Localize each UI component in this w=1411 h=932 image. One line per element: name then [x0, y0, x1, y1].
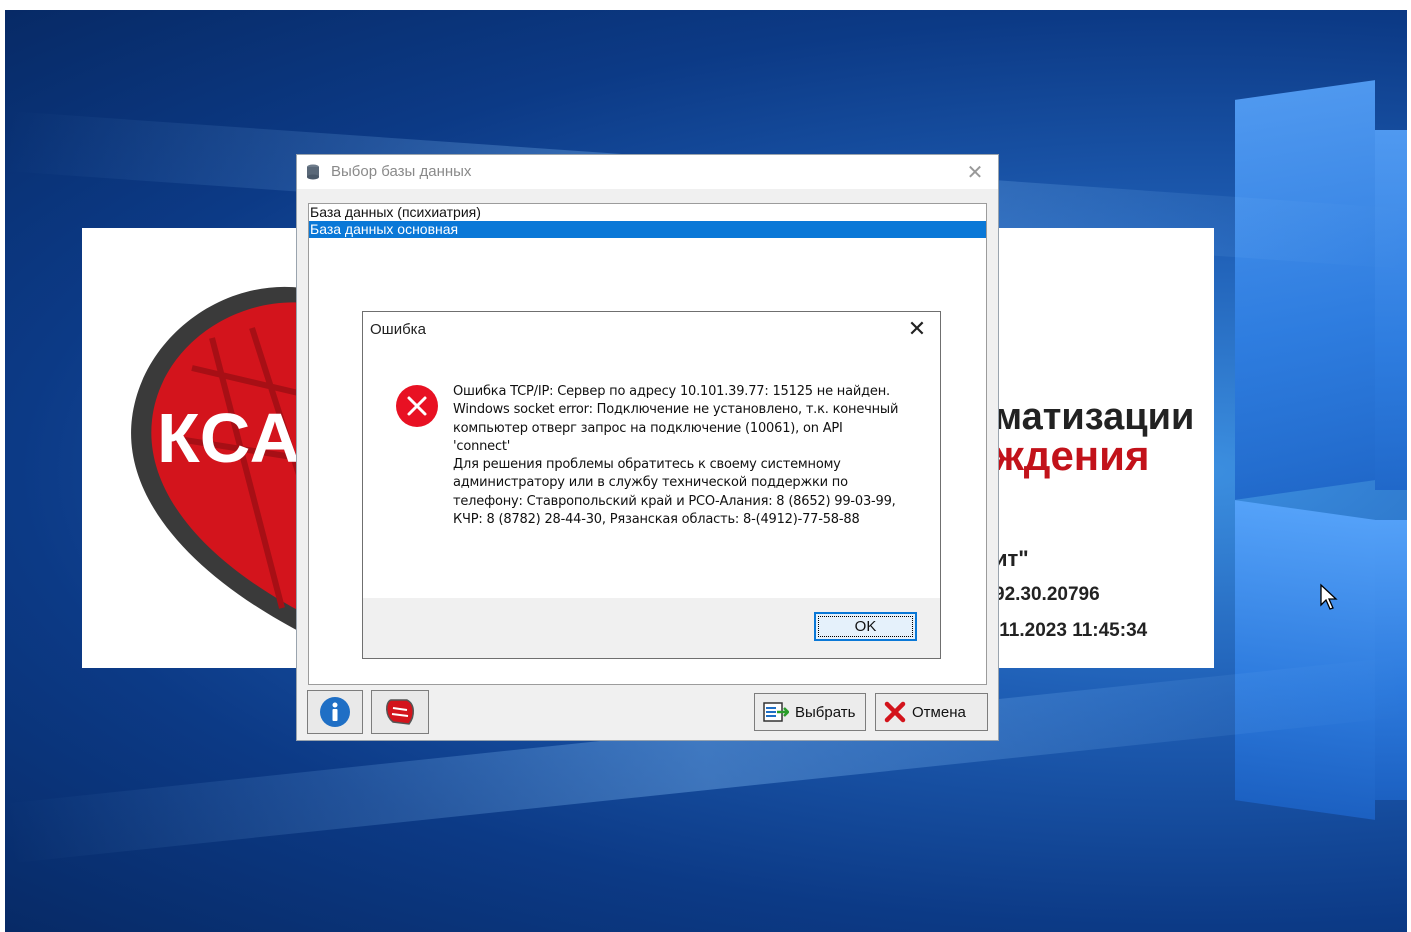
splash-company: ит": [994, 546, 1029, 571]
list-item[interactable]: База данных (психиатрия): [309, 204, 986, 221]
wallpaper-pane: [1235, 500, 1375, 820]
splash-title-line2: ждения: [994, 432, 1150, 479]
error-message: Ошибка TCP/IP: Сервер по адресу 10.101.3…: [453, 384, 899, 528]
dialog-titlebar[interactable]: Выбор базы данных ✕: [297, 155, 998, 189]
app-logo-icon: [386, 699, 414, 725]
error-icon: [396, 385, 438, 427]
splash-version: 92.30.20796: [994, 584, 1100, 605]
database-icon: [307, 164, 319, 180]
info-button[interactable]: [307, 690, 363, 734]
mouse-cursor-icon: [1320, 583, 1338, 610]
select-button[interactable]: Выбрать: [754, 693, 866, 731]
cancel-icon: [884, 701, 906, 723]
info-icon: [320, 697, 350, 727]
select-icon: [763, 702, 789, 722]
wallpaper-pane: [1235, 80, 1375, 500]
close-icon[interactable]: ✕: [904, 317, 930, 343]
error-dialog: Ошибка ✕ Ошибка TCP/IP: Сервер по адресу…: [362, 311, 941, 659]
cancel-button[interactable]: Отмена: [875, 693, 988, 731]
select-button-label: Выбрать: [795, 703, 856, 721]
list-item[interactable]: База данных основная: [309, 221, 986, 238]
dialog-footer: OK: [363, 598, 940, 658]
splash-build-date: .11.2023 11:45:34: [994, 620, 1148, 641]
dialog-title: Выбор базы данных: [331, 163, 472, 180]
wallpaper-pane: [1375, 130, 1407, 490]
splash-logo-text: КСА: [157, 399, 302, 477]
cancel-button-label: Отмена: [912, 703, 966, 721]
about-button[interactable]: [371, 690, 429, 734]
ok-button[interactable]: OK: [814, 612, 917, 641]
close-icon[interactable]: ✕: [962, 159, 988, 185]
dialog-title: Ошибка: [370, 321, 426, 338]
